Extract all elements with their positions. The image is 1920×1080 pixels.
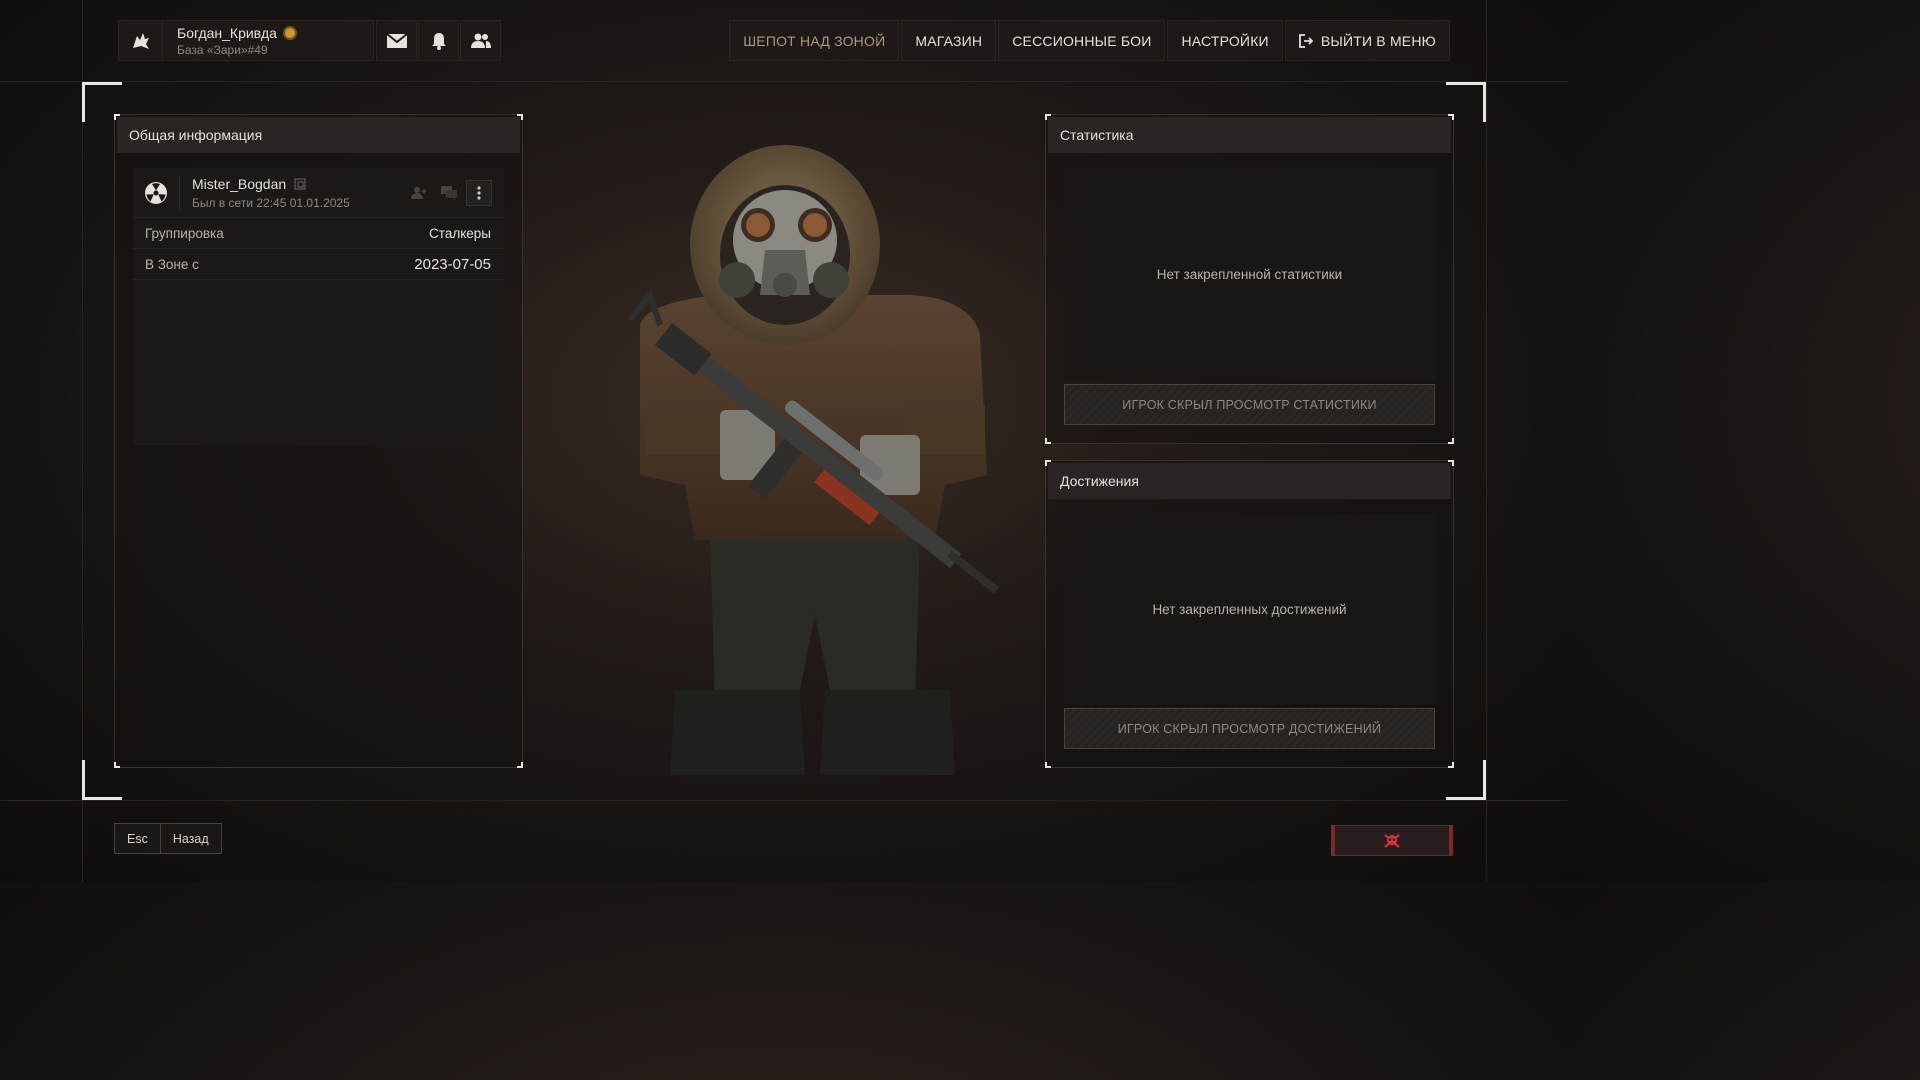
exit-label: ВЫЙТИ В МЕНЮ	[1320, 32, 1436, 49]
copy-icon[interactable]	[294, 178, 306, 190]
achievements-empty-message: Нет закрепленных достижений	[1064, 514, 1435, 704]
medal-icon	[282, 25, 297, 40]
nav-settings[interactable]: НАСТРОЙКИ	[1167, 20, 1283, 61]
esc-key-label: Esc	[115, 824, 160, 853]
achievements-hidden-bar: ИГРОК СКРЫЛ ПРОСМОТР ДОСТИЖЕНИЙ	[1064, 708, 1435, 749]
stats-hidden-bar: ИГРОК СКРЫЛ ПРОСМОТР СТАТИСТИКИ	[1064, 384, 1435, 425]
in-zone-since-label: В Зоне с	[145, 256, 199, 272]
radiation-avatar-icon	[133, 181, 179, 205]
report-player-button[interactable]	[1331, 825, 1453, 856]
player-name: Mister_Bogdan	[192, 175, 287, 192]
mail-button[interactable]	[376, 20, 417, 61]
faction-row: Группировка Сталкеры	[133, 218, 504, 249]
friends-icon	[470, 33, 491, 48]
user-name: Богдан_Кривда	[177, 24, 277, 41]
back-label: Назад	[159, 824, 221, 853]
user-card[interactable]: Богдан_Кривда База «Зари»#49	[118, 20, 374, 61]
general-info-title: Общая информация	[117, 117, 520, 153]
exit-icon	[1298, 33, 1313, 48]
more-vertical-icon	[477, 185, 481, 200]
notifications-button[interactable]	[418, 20, 459, 61]
stats-empty-message: Нет закрепленной статистики	[1064, 168, 1435, 380]
add-friend-icon	[411, 186, 427, 199]
message-button[interactable]	[436, 180, 462, 206]
chat-icon	[441, 185, 457, 200]
main-nav: ШЕПОТ НАД ЗОНОЙ МАГАЗИН СЕССИОННЫЕ БОИ Н…	[729, 20, 1450, 61]
in-zone-since-value: 2023-07-05	[414, 255, 491, 273]
back-hint[interactable]: Esc Назад	[114, 823, 222, 854]
bell-icon	[431, 32, 446, 50]
user-base: База «Зари»#49	[177, 42, 268, 57]
last-seen: Был в сети 22:45 01.01.2025	[192, 195, 350, 210]
achievements-title: Достижения	[1048, 463, 1451, 499]
friends-button[interactable]	[460, 20, 501, 61]
nav-shop[interactable]: МАГАЗИН	[901, 20, 997, 61]
more-options-button[interactable]	[466, 179, 492, 206]
nav-whisper-over-zone[interactable]: ШЕПОТ НАД ЗОНОЙ	[729, 20, 900, 61]
faction-label: Группировка	[145, 225, 224, 241]
skull-crossbones-icon	[1384, 833, 1400, 848]
in-zone-since-row: В Зоне с 2023-07-05	[133, 249, 504, 280]
player-profile-card: Mister_Bogdan Был в сети 22:45 01.01.202…	[133, 168, 504, 445]
mail-icon	[385, 32, 408, 48]
wolf-logo-icon	[119, 20, 163, 61]
player-character-model	[615, 145, 1015, 785]
exit-to-menu-button[interactable]: ВЫЙТИ В МЕНЮ	[1284, 20, 1450, 61]
faction-value: Сталкеры	[429, 225, 491, 241]
nav-session-battles[interactable]: СЕССИОННЫЕ БОИ	[998, 20, 1166, 61]
stats-title: Статистика	[1048, 117, 1451, 153]
add-friend-button[interactable]	[406, 180, 432, 206]
